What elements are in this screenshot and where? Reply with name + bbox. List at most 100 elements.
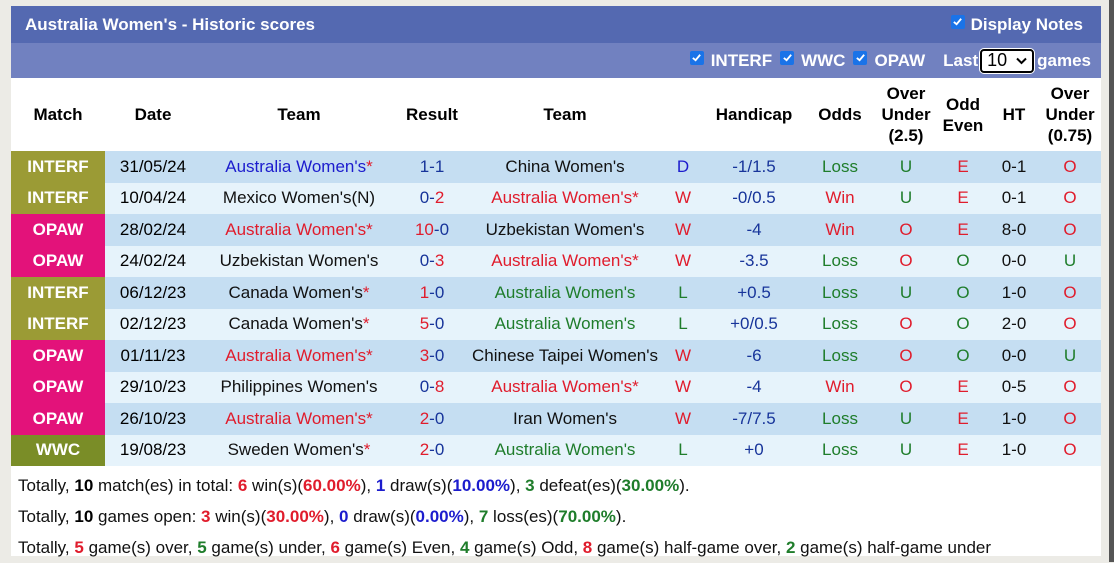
col-date[interactable]: Date <box>105 78 201 151</box>
away-team[interactable]: China Women's <box>467 151 663 183</box>
table-row[interactable]: OPAW 26/10/23 Australia Women's* 2-0 Iran Wo… <box>11 403 1101 435</box>
match-result[interactable]: 10-0 <box>397 214 467 246</box>
away-team-name[interactable]: Iran Women's <box>513 409 617 428</box>
table-row[interactable]: OPAW 29/10/23 Philippines Women's 0-8 Austra… <box>11 371 1101 403</box>
away-team-name[interactable]: Australia Women's <box>491 188 632 207</box>
table-row[interactable]: INTERF 31/05/24 Australia Women's* 1-1 China… <box>11 151 1101 183</box>
away-team-name[interactable]: Australia Women's <box>495 283 636 302</box>
match-result[interactable]: 0-3 <box>397 245 467 277</box>
games-count-select[interactable]: 10 <box>980 48 1035 73</box>
filter-wwc-checkbox[interactable] <box>780 50 795 65</box>
col-over-under[interactable]: Over Under (2.5) <box>875 78 937 151</box>
col-odd-even[interactable]: Odd Even <box>937 78 989 151</box>
table-row[interactable]: INTERF 06/12/23 Canada Women's* 1-0 Australi… <box>11 277 1101 309</box>
home-team-name[interactable]: Canada Women's <box>229 314 363 333</box>
away-team[interactable]: Uzbekistan Women's <box>467 214 663 246</box>
away-team[interactable]: Iran Women's <box>467 403 663 435</box>
match-result[interactable]: 2-0 <box>397 434 467 466</box>
match-result[interactable]: 1-1 <box>397 151 467 183</box>
match-result[interactable]: 1-0 <box>397 277 467 309</box>
away-team-name[interactable]: Australia Women's <box>495 440 636 459</box>
match-result[interactable]: 3-0 <box>397 340 467 372</box>
home-team[interactable]: Australia Women's* <box>201 403 397 435</box>
home-team[interactable]: Australia Women's* <box>201 340 397 372</box>
league-badge[interactable]: OPAW <box>11 340 105 372</box>
home-team[interactable]: Uzbekistan Women's <box>201 245 397 277</box>
home-team-name[interactable]: Philippines Women's <box>221 377 378 396</box>
away-team[interactable]: Australia Women's <box>467 277 663 309</box>
summary-text: match(es) in total: <box>93 476 238 495</box>
half-time-score: 2-0 <box>989 308 1039 340</box>
league-badge[interactable]: WWC <box>11 434 105 466</box>
away-team[interactable]: Australia Women's* <box>467 371 663 403</box>
league-badge[interactable]: OPAW <box>11 245 105 277</box>
col-ht[interactable]: HT <box>989 78 1039 151</box>
match-result[interactable]: 0-8 <box>397 371 467 403</box>
filter-opaw-checkbox[interactable] <box>853 50 868 65</box>
score-home: 3 <box>419 345 430 365</box>
home-team[interactable]: Sweden Women's* <box>201 434 397 466</box>
away-team-name[interactable]: Australia Women's <box>491 251 632 270</box>
match-result[interactable]: 0-2 <box>397 182 467 214</box>
away-team-name[interactable]: Australia Women's <box>495 314 636 333</box>
league-badge[interactable]: INTERF <box>11 182 105 214</box>
away-team[interactable]: Australia Women's* <box>467 245 663 277</box>
home-team-name[interactable]: Mexico Women's(N) <box>223 188 375 207</box>
table-row[interactable]: INTERF 10/04/24 Mexico Women's(N) 0-2 Austra… <box>11 182 1101 214</box>
home-team-name[interactable]: Canada Women's <box>229 283 363 302</box>
filter-opaw[interactable]: OPAW <box>853 50 925 71</box>
home-team-name[interactable]: Australia Women's <box>225 409 366 428</box>
display-notes-toggle[interactable]: Display Notes <box>950 14 1083 35</box>
filter-interf-checkbox[interactable] <box>689 50 704 65</box>
home-team-name[interactable]: Uzbekistan Women's <box>220 251 379 270</box>
league-badge[interactable]: INTERF <box>11 277 105 309</box>
col-result[interactable]: Result <box>397 78 467 151</box>
home-team[interactable]: Australia Women's* <box>201 151 397 183</box>
display-notes-checkbox[interactable] <box>950 14 965 29</box>
table-row[interactable]: OPAW 28/02/24 Australia Women's* 10-0 Uzbeki… <box>11 214 1101 246</box>
home-team[interactable]: Australia Women's* <box>201 214 397 246</box>
away-team[interactable]: Australia Women's* <box>467 182 663 214</box>
league-badge[interactable]: INTERF <box>11 308 105 340</box>
league-badge[interactable]: OPAW <box>11 403 105 435</box>
away-team[interactable]: Australia Women's <box>467 434 663 466</box>
home-team[interactable]: Mexico Women's(N) <box>201 182 397 214</box>
col-ht-over-under[interactable]: Over Under (0.75) <box>1039 78 1101 151</box>
handicap: +0.5 <box>703 277 805 309</box>
home-team-name[interactable]: Australia Women's <box>225 346 366 365</box>
away-team[interactable]: Australia Women's <box>467 308 663 340</box>
match-result[interactable]: 2-0 <box>397 403 467 435</box>
col-odds[interactable]: Odds <box>805 78 875 151</box>
table-row[interactable]: WWC 19/08/23 Sweden Women's* 2-0 Australia W… <box>11 434 1101 466</box>
summary-text: game(s) Even, <box>339 538 460 557</box>
col-home-team[interactable]: Team <box>201 78 397 151</box>
match-date: 26/10/23 <box>105 403 201 435</box>
league-badge[interactable]: OPAW <box>11 214 105 246</box>
away-team-name[interactable]: Uzbekistan Women's <box>486 220 645 239</box>
home-team[interactable]: Canada Women's* <box>201 277 397 309</box>
home-team-name[interactable]: Australia Women's <box>225 157 366 176</box>
home-team[interactable]: Philippines Women's <box>201 371 397 403</box>
col-handicap[interactable]: Handicap <box>703 78 805 151</box>
odds-result: Win <box>805 182 875 214</box>
home-star: * <box>366 345 373 365</box>
table-row[interactable]: OPAW 24/02/24 Uzbekistan Women's 0-3 Austral… <box>11 245 1101 277</box>
league-badge[interactable]: INTERF <box>11 151 105 183</box>
away-team[interactable]: Chinese Taipei Women's <box>467 340 663 372</box>
filter-wwc[interactable]: WWC <box>780 50 845 71</box>
table-row[interactable]: OPAW 01/11/23 Australia Women's* 3-0 Chinese… <box>11 340 1101 372</box>
home-team[interactable]: Canada Women's* <box>201 308 397 340</box>
filter-interf[interactable]: INTERF <box>689 50 772 71</box>
match-result[interactable]: 5-0 <box>397 308 467 340</box>
score-away: 0 <box>434 408 445 428</box>
home-team-name[interactable]: Australia Women's <box>225 220 366 239</box>
col-away-team[interactable]: Team <box>467 78 663 151</box>
col-match[interactable]: Match <box>11 78 105 151</box>
league-badge[interactable]: OPAW <box>11 371 105 403</box>
away-team-name[interactable]: China Women's <box>505 157 624 176</box>
away-team-name[interactable]: Australia Women's <box>491 377 632 396</box>
summary-text: game(s) Odd, <box>469 538 583 557</box>
away-team-name[interactable]: Chinese Taipei Women's <box>472 346 658 365</box>
home-team-name[interactable]: Sweden Women's <box>228 440 364 459</box>
table-row[interactable]: INTERF 02/12/23 Canada Women's* 5-0 Australi… <box>11 308 1101 340</box>
